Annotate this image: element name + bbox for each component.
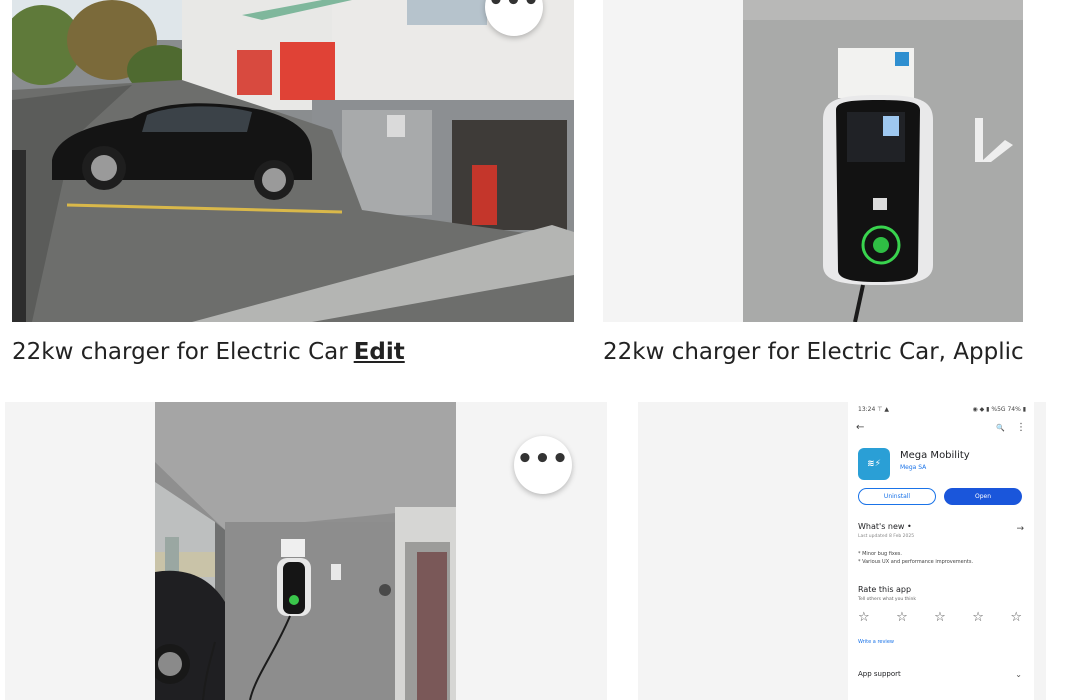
search-icon: 🔍 xyxy=(996,424,1005,432)
status-icons: ◉ ◆ ▮ %5G 74% ▮ xyxy=(972,406,1027,413)
star-icon: ☆ xyxy=(1010,610,1022,625)
arrow-right-icon: → xyxy=(1016,524,1024,534)
status-time: 13:24 ⊤ ▲ xyxy=(858,406,889,413)
app-support-heading: App support xyxy=(858,670,901,678)
kebab-menu-icon: ⋮ xyxy=(1016,422,1026,433)
listing-caption[interactable]: 22kw charger for Electric Car Edit xyxy=(12,339,572,365)
listing-photo-car-parking[interactable] xyxy=(12,0,574,322)
listing-photo-wallbox[interactable] xyxy=(743,0,1023,322)
uninstall-button: Uninstall xyxy=(858,488,936,505)
more-options-button[interactable]: ••• xyxy=(514,436,572,494)
more-options-label: ••• xyxy=(487,0,541,16)
back-arrow-icon: ← xyxy=(856,422,865,433)
listing-title: 22kw charger for Electric Car xyxy=(12,339,348,365)
listing-title: 22kw charger for Electric Car, Applic xyxy=(603,339,1024,365)
release-note: * Minor bug fixes. xyxy=(858,551,902,557)
open-button: Open xyxy=(944,488,1022,505)
rate-app-heading: Rate this app xyxy=(858,585,912,594)
rate-app-subtitle: Tell others what you think xyxy=(858,597,916,602)
app-icon: ≋⚡ xyxy=(858,448,890,480)
chevron-down-icon: ⌄ xyxy=(1015,670,1022,679)
listing-photo-app-screenshot[interactable]: 13:24 ⊤ ▲ ◉ ◆ ▮ %5G 74% ▮ ← 🔍 ⋮ ≋⚡ Mega … xyxy=(848,402,1034,700)
release-notes: * Minor bug fixes. * Various UX and perf… xyxy=(858,550,973,566)
more-options-label: ••• xyxy=(516,444,570,474)
star-icon: ☆ xyxy=(896,610,908,625)
edit-link[interactable]: Edit xyxy=(354,339,405,365)
star-icon: ☆ xyxy=(972,610,984,625)
app-name: Mega Mobility xyxy=(900,450,970,461)
star-icon: ☆ xyxy=(858,610,870,625)
star-icon: ☆ xyxy=(934,610,946,625)
phone-status-bar: 13:24 ⊤ ▲ ◉ ◆ ▮ %5G 74% ▮ xyxy=(858,406,1026,413)
rating-stars: ☆ ☆ ☆ ☆ ☆ xyxy=(858,610,1022,625)
write-review-link: Write a review xyxy=(858,639,894,645)
release-note: * Various UX and performance improvement… xyxy=(858,559,974,565)
nav-right-icons: 🔍 ⋮ xyxy=(996,422,1026,433)
app-developer: Mega SA xyxy=(900,464,927,471)
whats-new-heading: What's new • xyxy=(858,522,912,531)
listing-photo-wallbox-garage[interactable] xyxy=(155,402,456,700)
listing-caption[interactable]: 22kw charger for Electric Car, Applic xyxy=(603,339,1027,365)
last-updated-text: Last updated 8 Feb 2025 xyxy=(858,534,915,539)
phone-nav-bar: ← 🔍 ⋮ xyxy=(856,422,1026,433)
